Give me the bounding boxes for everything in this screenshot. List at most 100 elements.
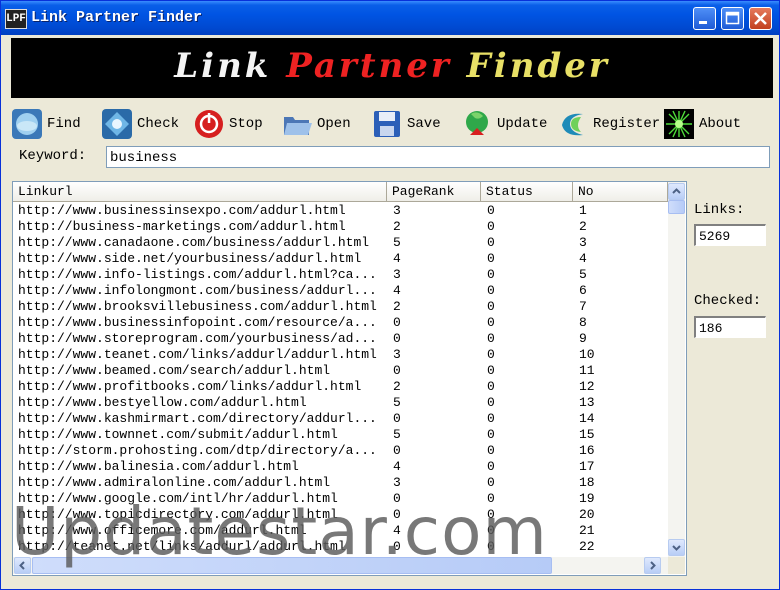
register-label: Register [593,116,661,132]
cell-status: 0 [487,219,495,234]
table-row[interactable]: http://www.canadaone.com/business/addurl… [13,235,668,251]
results-table[interactable]: Linkurl PageRank Status No http://www.bu… [12,181,687,576]
column-header-linkurl[interactable]: Linkurl [13,182,387,201]
cell-linkurl: http://www.info-listings.com/addurl.html… [18,267,377,282]
check-button[interactable]: Check [101,105,179,143]
scrollbar-corner [668,557,685,574]
cell-no: 21 [579,523,595,538]
vertical-scroll-thumb[interactable] [668,200,685,214]
cell-pagerank: 0 [393,411,401,426]
cell-pagerank: 0 [393,539,401,554]
horizontal-scroll-thumb[interactable] [32,557,552,574]
column-header-no[interactable]: No [573,182,668,201]
table-row[interactable]: http://www.beamed.com/search/addurl.html… [13,363,668,379]
scroll-up-button[interactable] [668,183,685,200]
cell-pagerank: 0 [393,331,401,346]
vertical-scrollbar[interactable] [668,182,685,557]
table-row[interactable]: http://storm.prohosting.com/dtp/director… [13,443,668,459]
cell-linkurl: http://www.kashmirmart.com/directory/add… [18,411,377,426]
stop-button[interactable]: Stop [193,105,263,143]
scroll-right-button[interactable] [644,557,661,574]
cell-linkurl: http://www.admiralonline.com/addurl.html [18,475,331,490]
about-button[interactable]: About [663,105,741,143]
about-icon [663,108,695,140]
cell-pagerank: 5 [393,427,401,442]
cell-pagerank: 2 [393,299,401,314]
register-icon [557,108,589,140]
table-row[interactable]: http://www.kashmirmart.com/directory/add… [13,411,668,427]
cell-pagerank: 0 [393,443,401,458]
cell-no: 17 [579,459,595,474]
horizontal-scrollbar[interactable] [13,557,668,574]
cell-no: 5 [579,267,587,282]
find-button[interactable]: Find [11,105,81,143]
minimize-button[interactable] [693,7,716,30]
cell-status: 0 [487,235,495,250]
table-row[interactable]: http://www.admiralonline.com/addurl.html… [13,475,668,491]
table-row[interactable]: http://www.info-listings.com/addurl.html… [13,267,668,283]
cell-pagerank: 3 [393,267,401,282]
cell-linkurl: http://www.profitbooks.com/links/addurl.… [18,379,362,394]
checked-count-field: 186 [694,316,766,338]
table-row[interactable]: http://www.google.com/intl/hr/addurl.htm… [13,491,668,507]
cell-no: 11 [579,363,595,378]
table-header: Linkurl PageRank Status No [13,182,668,202]
cell-no: 18 [579,475,595,490]
cell-pagerank: 0 [393,315,401,330]
cell-linkurl: http://storm.prohosting.com/dtp/director… [18,443,377,458]
table-row[interactable]: http://www.profitbooks.com/links/addurl.… [13,379,668,395]
table-row[interactable]: http://teanet.net/links/addurl/addurl.ht… [13,539,668,555]
cell-status: 0 [487,523,495,538]
table-row[interactable]: http://www.officemore.com/addurl.html 4 0 2… [13,523,668,539]
table-row[interactable]: http://www.storeprogram.com/yourbusiness… [13,331,668,347]
register-button[interactable]: Register [557,105,660,143]
update-label: Update [497,116,548,132]
cell-linkurl: http://www.topicdirectory.com/addurl.htm… [18,507,338,522]
keyword-input[interactable]: business [106,146,770,168]
cell-linkurl: http://www.storeprogram.com/yourbusiness… [18,331,377,346]
table-row[interactable]: http://www.businessinsexpo.com/addurl.ht… [13,203,668,219]
cell-no: 13 [579,395,595,410]
update-button[interactable]: Update [461,105,547,143]
main-toolbar: Find Check Stop Open Save Update Registe… [11,105,773,143]
cell-linkurl: http://www.infolongmont.com/business/add… [18,283,377,298]
scroll-left-button[interactable] [14,557,31,574]
table-row[interactable]: http://www.infolongmont.com/business/add… [13,283,668,299]
open-folder-icon [281,108,313,140]
close-button[interactable] [749,7,772,30]
cell-linkurl: http://www.beamed.com/search/addurl.html [18,363,331,378]
cell-linkurl: http://business-marketings.com/addurl.ht… [18,219,346,234]
open-button[interactable]: Open [281,105,351,143]
cell-status: 0 [487,283,495,298]
table-row[interactable]: http://www.teanet.com/links/addurl/addur… [13,347,668,363]
title-bar[interactable]: LPF Link Partner Finder [1,1,779,35]
cell-status: 0 [487,411,495,426]
maximize-button[interactable] [721,7,744,30]
scroll-down-button[interactable] [668,539,685,556]
table-row[interactable]: http://www.topicdirectory.com/addurl.htm… [13,507,668,523]
cell-pagerank: 5 [393,235,401,250]
table-row[interactable]: http://www.brooksvillebusiness.com/addur… [13,299,668,315]
table-row[interactable]: http://www.townnet.com/submit/addurl.htm… [13,427,668,443]
cell-no: 14 [579,411,595,426]
table-row[interactable]: http://www.balinesia.com/addurl.html 4 0 17 [13,459,668,475]
table-row[interactable]: http://www.side.net/yourbusiness/addurl.… [13,251,668,267]
cell-no: 12 [579,379,595,394]
cell-no: 9 [579,331,587,346]
links-count-field: 5269 [694,224,766,246]
open-label: Open [317,116,351,132]
save-disk-icon [371,108,403,140]
table-row[interactable]: http://www.bestyellow.com/addurl.html 5 0 1… [13,395,668,411]
save-button[interactable]: Save [371,105,441,143]
cell-linkurl: http://www.businessinsexpo.com/addurl.ht… [18,203,346,218]
cell-pagerank: 4 [393,523,401,538]
column-header-pagerank[interactable]: PageRank [387,182,481,201]
cell-status: 0 [487,251,495,266]
cell-status: 0 [487,475,495,490]
table-row[interactable]: http://www.businessinfopoint.com/resourc… [13,315,668,331]
cell-no: 7 [579,299,587,314]
column-header-status[interactable]: Status [481,182,573,201]
cell-status: 0 [487,331,495,346]
arrow-down-icon [672,545,681,551]
table-row[interactable]: http://business-marketings.com/addurl.ht… [13,219,668,235]
